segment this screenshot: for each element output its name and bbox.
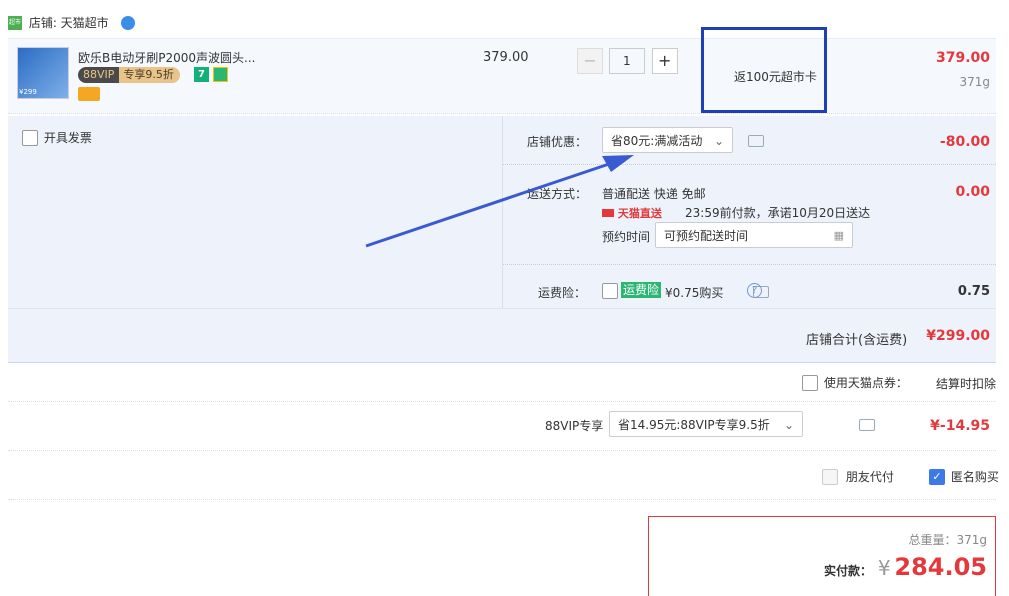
annotation-arrow [365, 155, 634, 248]
